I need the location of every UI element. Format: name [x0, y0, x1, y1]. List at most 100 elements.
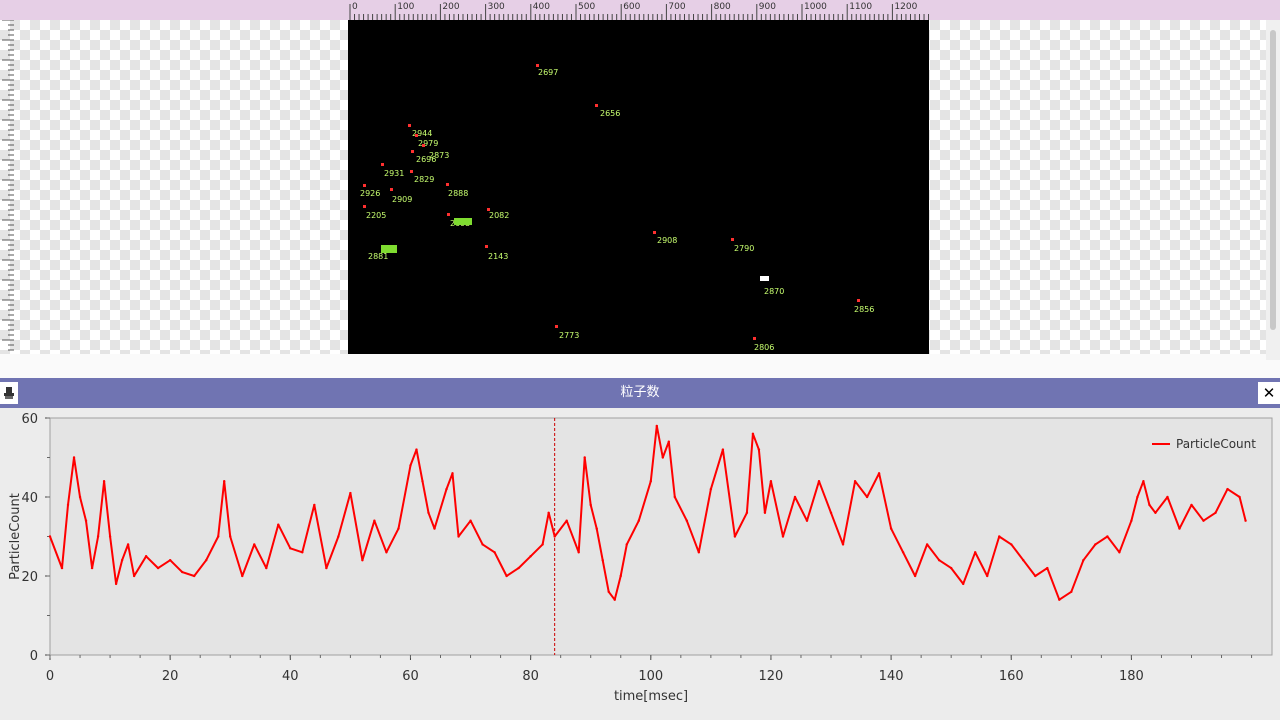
particle-label: 2696	[416, 155, 436, 164]
data-point	[986, 574, 989, 578]
data-point	[1202, 519, 1205, 522]
data-point	[607, 590, 610, 593]
vertical-scroll-thumb[interactable]	[1270, 30, 1276, 330]
x-tick-label: 120	[759, 669, 784, 684]
data-point	[469, 519, 472, 522]
data-point	[625, 543, 628, 546]
data-point	[301, 551, 304, 554]
data-point	[223, 480, 226, 483]
particle-label: 2205	[366, 211, 386, 220]
ruler-label: 0	[352, 2, 358, 12]
particle-count-chart: 0 20 40 60 0 20 40 60 80 100 120 140 160 180 time[msec…	[0, 408, 1280, 720]
particle-marker	[731, 238, 734, 241]
data-point	[565, 519, 568, 522]
data-point	[114, 582, 118, 586]
data-point	[493, 551, 496, 554]
particle-marker	[410, 170, 413, 173]
x-tick-label: 0	[46, 669, 54, 684]
data-point	[805, 519, 809, 522]
data-point	[901, 551, 905, 554]
particle-cluster	[454, 218, 472, 225]
data-point	[168, 559, 172, 562]
particle-label: 2909	[392, 195, 412, 204]
data-point	[1130, 519, 1133, 522]
data-point	[529, 555, 532, 558]
data-point	[96, 535, 100, 538]
data-point	[793, 495, 797, 499]
data-point	[781, 535, 785, 538]
data-point	[349, 491, 352, 495]
data-point	[217, 535, 220, 538]
data-point	[78, 495, 82, 499]
data-point	[313, 503, 316, 507]
particle-marker	[485, 245, 488, 248]
ruler-label: 700	[668, 2, 685, 12]
data-point	[1214, 511, 1217, 514]
data-point	[451, 472, 454, 475]
data-point	[120, 559, 124, 562]
x-tick-label: 160	[999, 669, 1024, 684]
data-point	[1178, 527, 1181, 530]
legend-label: ParticleCount	[1176, 437, 1256, 451]
ruler-label: 300	[488, 2, 505, 12]
particle-marker	[555, 325, 558, 328]
x-tick-label: 140	[879, 669, 904, 684]
horizontal-scroll-strip[interactable]	[0, 354, 1280, 378]
data-point	[445, 487, 448, 491]
data-point	[481, 543, 484, 546]
particle-image-canvas[interactable]: 2697265629442979287326962931282929262909…	[348, 20, 929, 354]
data-point	[925, 543, 929, 546]
data-point	[763, 511, 767, 514]
data-point	[553, 535, 556, 538]
data-point	[102, 480, 106, 483]
data-point	[877, 472, 881, 475]
particle-marker	[536, 64, 539, 67]
particle-marker	[653, 231, 656, 234]
ruler-label: 900	[759, 2, 776, 12]
data-point	[841, 543, 845, 546]
particle-label: 2773	[559, 331, 579, 340]
data-point	[733, 535, 737, 538]
data-point	[974, 551, 977, 554]
data-point	[949, 566, 953, 570]
data-point	[126, 543, 130, 546]
data-point	[1022, 559, 1025, 562]
data-point	[745, 511, 749, 514]
vertical-scrollbar[interactable]	[1266, 20, 1280, 360]
x-tick-label: 80	[522, 669, 539, 684]
particle-marker	[446, 183, 449, 186]
data-point	[697, 551, 701, 554]
y-tick-label: 60	[21, 412, 38, 427]
particle-label: 2829	[414, 175, 434, 184]
data-point	[1190, 503, 1193, 507]
ruler-label: 1100	[849, 2, 872, 12]
ruler-label: 800	[714, 2, 731, 12]
data-point	[60, 566, 64, 570]
y-tick-label: 0	[30, 649, 38, 664]
data-point	[937, 559, 941, 562]
data-point	[421, 480, 424, 483]
data-point	[817, 480, 821, 483]
data-point	[505, 574, 508, 578]
data-point	[265, 566, 268, 570]
data-point	[649, 480, 652, 483]
data-point	[1154, 511, 1157, 514]
panel-title: 粒子数	[620, 385, 660, 400]
data-point	[1046, 566, 1049, 570]
data-point	[541, 543, 544, 546]
data-point	[84, 519, 88, 522]
particle-label: 2979	[418, 139, 438, 148]
particle-label: 2697	[538, 68, 558, 77]
particle-marker	[447, 213, 450, 216]
data-point	[1166, 495, 1169, 499]
particle-marker	[411, 150, 414, 153]
data-point	[685, 519, 689, 522]
data-point	[1106, 535, 1109, 538]
close-button[interactable]: ✕	[1258, 382, 1280, 404]
data-point	[619, 574, 622, 578]
data-point	[361, 559, 364, 562]
particle-label: 2656	[600, 109, 620, 118]
particle-marker	[390, 188, 393, 191]
data-point	[72, 456, 76, 459]
ruler-label: 100	[397, 2, 414, 12]
